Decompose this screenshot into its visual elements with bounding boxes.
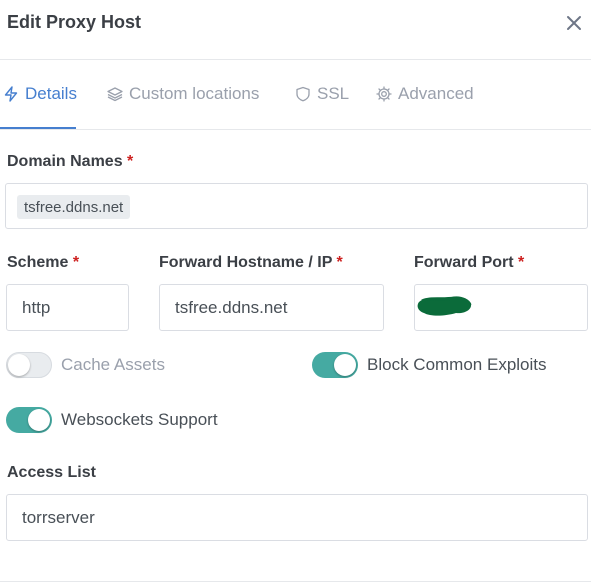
tab-ssl[interactable]: SSL	[295, 84, 349, 104]
scheme-field[interactable]: http	[6, 284, 129, 331]
tab-custom-locations[interactable]: Custom locations	[107, 84, 259, 104]
websockets-toggle[interactable]	[6, 407, 52, 433]
tab-details[interactable]: Details	[3, 84, 77, 104]
redaction-scribble	[417, 296, 472, 316]
tab-advanced-label: Advanced	[398, 84, 474, 103]
access-list-label: Access List	[7, 464, 96, 481]
forward-port-field[interactable]	[414, 284, 588, 331]
dialog-title: Edit Proxy Host	[7, 12, 142, 32]
toggle-knob	[334, 354, 356, 376]
active-tab-indicator	[0, 127, 76, 129]
access-list-select[interactable]: torrserver	[6, 494, 588, 541]
forward-port-label: Forward Port *	[414, 254, 525, 271]
required-mark: *	[518, 254, 525, 271]
domain-tag[interactable]: tsfree.ddns.net	[17, 195, 131, 219]
domain-names-label: Domain Names *	[7, 153, 134, 170]
websockets-label: Websockets Support	[61, 410, 218, 429]
footer-divider	[0, 581, 591, 582]
tab-bar: Details Custom locations SSL Advanced	[0, 60, 591, 130]
scheme-label: Scheme *	[7, 254, 80, 271]
tab-details-label: Details	[25, 84, 77, 103]
forward-hostname-label: Forward Hostname / IP *	[159, 254, 343, 271]
close-icon[interactable]	[563, 12, 585, 34]
required-mark: *	[127, 153, 134, 170]
required-mark: *	[72, 254, 80, 271]
forward-hostname-field[interactable]: tsfree.ddns.net	[159, 284, 384, 331]
layers-icon	[107, 87, 123, 102]
required-mark: *	[336, 254, 343, 271]
block-exploits-label: Block Common Exploits	[367, 355, 547, 374]
dialog-header: Edit Proxy Host	[0, 0, 591, 60]
toggle-knob	[28, 409, 50, 431]
toggle-knob	[8, 354, 30, 376]
gear-icon	[376, 86, 392, 102]
shield-icon	[296, 86, 310, 102]
tab-ssl-label: SSL	[317, 84, 350, 103]
bolt-icon	[4, 86, 18, 102]
cache-assets-label: Cache Assets	[61, 355, 165, 374]
tab-custom-locations-label: Custom locations	[129, 84, 260, 103]
tab-advanced[interactable]: Advanced	[376, 84, 474, 104]
block-exploits-toggle[interactable]	[312, 352, 358, 378]
cache-assets-toggle[interactable]	[6, 352, 52, 378]
